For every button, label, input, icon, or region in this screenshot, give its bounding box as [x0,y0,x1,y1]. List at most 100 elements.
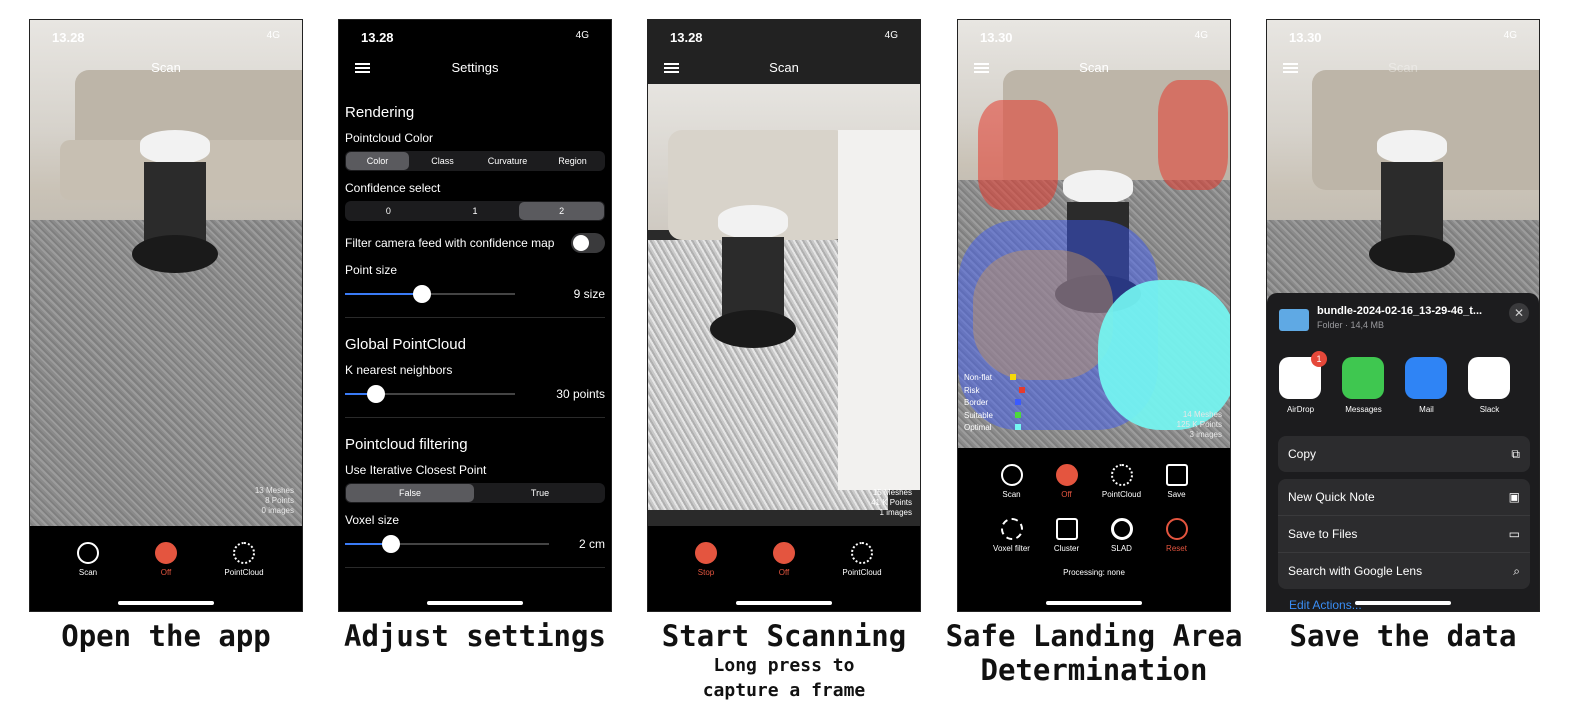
scan-toolbar: Stop Off PointCloud [648,542,920,577]
share-file-meta: Folder · 14,4 MB [1317,320,1385,330]
camera-off-button[interactable]: Off [759,542,809,577]
share-actions-list: New Quick Note ▣ Save to Files ▭ Search … [1278,479,1530,589]
copy-icon: ⧉ [1511,446,1520,461]
legend-item: Border [964,397,1025,410]
folder-icon [1279,309,1309,331]
camera-icon [1055,464,1078,486]
camera-off-button[interactable]: Off [1042,464,1092,499]
nav-title: Settings [451,60,499,75]
camera-feed: Non-flat Risk Border Suitable Optimal 14… [958,20,1230,448]
home-indicator [1355,601,1451,605]
voxel-thumb[interactable] [382,535,400,553]
pointcloud-button[interactable]: PointCloud [837,542,887,577]
optimal-region [1098,280,1230,430]
network-indicator: 4G [575,30,589,41]
stop-button[interactable]: Stop [681,542,731,577]
share-app-airdrop[interactable]: 1 AirDrop [1279,351,1327,414]
segment-region[interactable]: Region [541,152,604,170]
cluster-button[interactable]: Cluster [1042,518,1092,553]
play-icon [77,542,99,564]
segment-2[interactable]: 2 [519,202,605,220]
action-google-lens[interactable]: Search with Google Lens ⌕ [1278,553,1530,589]
confidence-segmented: 0 1 2 [345,201,605,221]
class-legend: Non-flat Risk Border Suitable Optimal [964,372,1025,435]
action-new-quick-note[interactable]: New Quick Note ▣ [1278,479,1530,516]
network-indicator: 4G [1194,30,1208,41]
close-icon[interactable]: ✕ [1509,303,1529,323]
slad-toolbar-bottom: Voxel filter Cluster SLAD Reset [958,518,1230,553]
icp-segmented: False True [345,483,605,503]
subcaption: Long press to capture a frame [702,655,866,701]
caption-open-app: Open the app [61,619,271,653]
segment-color[interactable]: Color [346,152,409,170]
slad-button[interactable]: SLAD [1097,518,1147,553]
voxel-label: Voxel size [345,513,400,527]
point-size-fill [345,293,422,295]
edit-actions-link[interactable]: Edit Actions... [1289,598,1362,611]
robot [1367,130,1457,280]
camera-icon [773,542,795,564]
point-size-label: Point size [345,263,398,277]
point-size-slider[interactable]: 9 size [345,283,605,305]
phone-screen-save: 13.30 4G Scan bundle-2024-02-16_13-29-46… [1266,19,1540,612]
slad-icon [1110,518,1133,540]
play-icon [1000,464,1023,486]
phone-screen-settings: 13.28 4G Settings Rendering Pointcloud C… [338,19,612,612]
knn-thumb[interactable] [367,385,385,403]
pointcloud-button[interactable]: PointCloud [1097,464,1147,499]
scan-stats: 14 Meshes 125 K Points 3 images [1176,410,1222,439]
segment-false[interactable]: False [346,484,474,502]
caption-adjust-settings: Adjust settings [344,619,606,653]
filter-toggle[interactable] [571,233,605,253]
stop-icon [695,542,717,564]
home-indicator [118,601,214,605]
cluster-icon [1055,518,1078,540]
knn-slider[interactable]: 30 points [345,383,605,405]
action-copy[interactable]: Copy ⧉ [1278,436,1530,472]
home-indicator [1046,601,1142,605]
segment-true[interactable]: True [476,484,604,502]
network-indicator: 4G [884,30,898,41]
status-time: 13.28 [52,30,85,45]
save-button[interactable]: Save [1152,464,1202,499]
share-apps-row: 1 AirDrop Messages Mail Slack [1279,351,1511,414]
scan-button[interactable]: Scan [63,542,113,577]
pointcloud-color-label: Pointcloud Color [345,131,434,145]
camera-off-button[interactable]: Off [141,542,191,577]
scan-button[interactable]: Scan [987,464,1037,499]
home-indicator [736,601,832,605]
reset-icon [1165,518,1188,540]
scan-stats: 13 Meshes 8 Points 0 images [254,486,294,515]
status-time: 13.28 [361,30,394,45]
share-app-mail[interactable]: Mail [1405,357,1448,414]
nav-title: Scan [1079,60,1109,75]
pointcloud-icon [233,542,255,564]
voxel-slider[interactable]: 2 cm [345,533,605,555]
pointcloud-button[interactable]: PointCloud [219,542,269,577]
risk-region [978,100,1058,210]
status-time: 13.28 [670,30,703,45]
action-save-to-files[interactable]: Save to Files ▭ [1278,516,1530,553]
segment-0[interactable]: 0 [346,202,431,220]
voxel-value: 2 cm [578,537,605,551]
segment-1[interactable]: 1 [433,202,518,220]
slad-toolbar-top: Scan Off PointCloud Save [958,464,1230,499]
knn-value: 30 points [556,387,605,401]
folder-icon: ▭ [1508,527,1520,541]
messages-icon [1342,357,1384,399]
quick-note-icon: ▣ [1508,490,1520,504]
nav-title: Scan [1388,60,1418,75]
phone-screen-slad: Non-flat Risk Border Suitable Optimal 14… [957,19,1231,612]
camera-feed: 13 Meshes 8 Points 0 images [30,20,302,526]
point-size-thumb[interactable] [413,285,431,303]
home-indicator [427,601,523,605]
camera-icon [155,542,177,564]
status-bar: 13.28 4G [648,30,920,46]
segment-class[interactable]: Class [411,152,474,170]
share-app-slack[interactable]: Slack [1468,357,1511,414]
reset-button[interactable]: Reset [1152,518,1202,553]
voxel-filter-button[interactable]: Voxel filter [987,518,1037,553]
share-app-messages[interactable]: Messages [1342,357,1385,414]
segment-curvature[interactable]: Curvature [476,152,539,170]
filter-label: Filter camera feed with confidence map [345,236,555,250]
